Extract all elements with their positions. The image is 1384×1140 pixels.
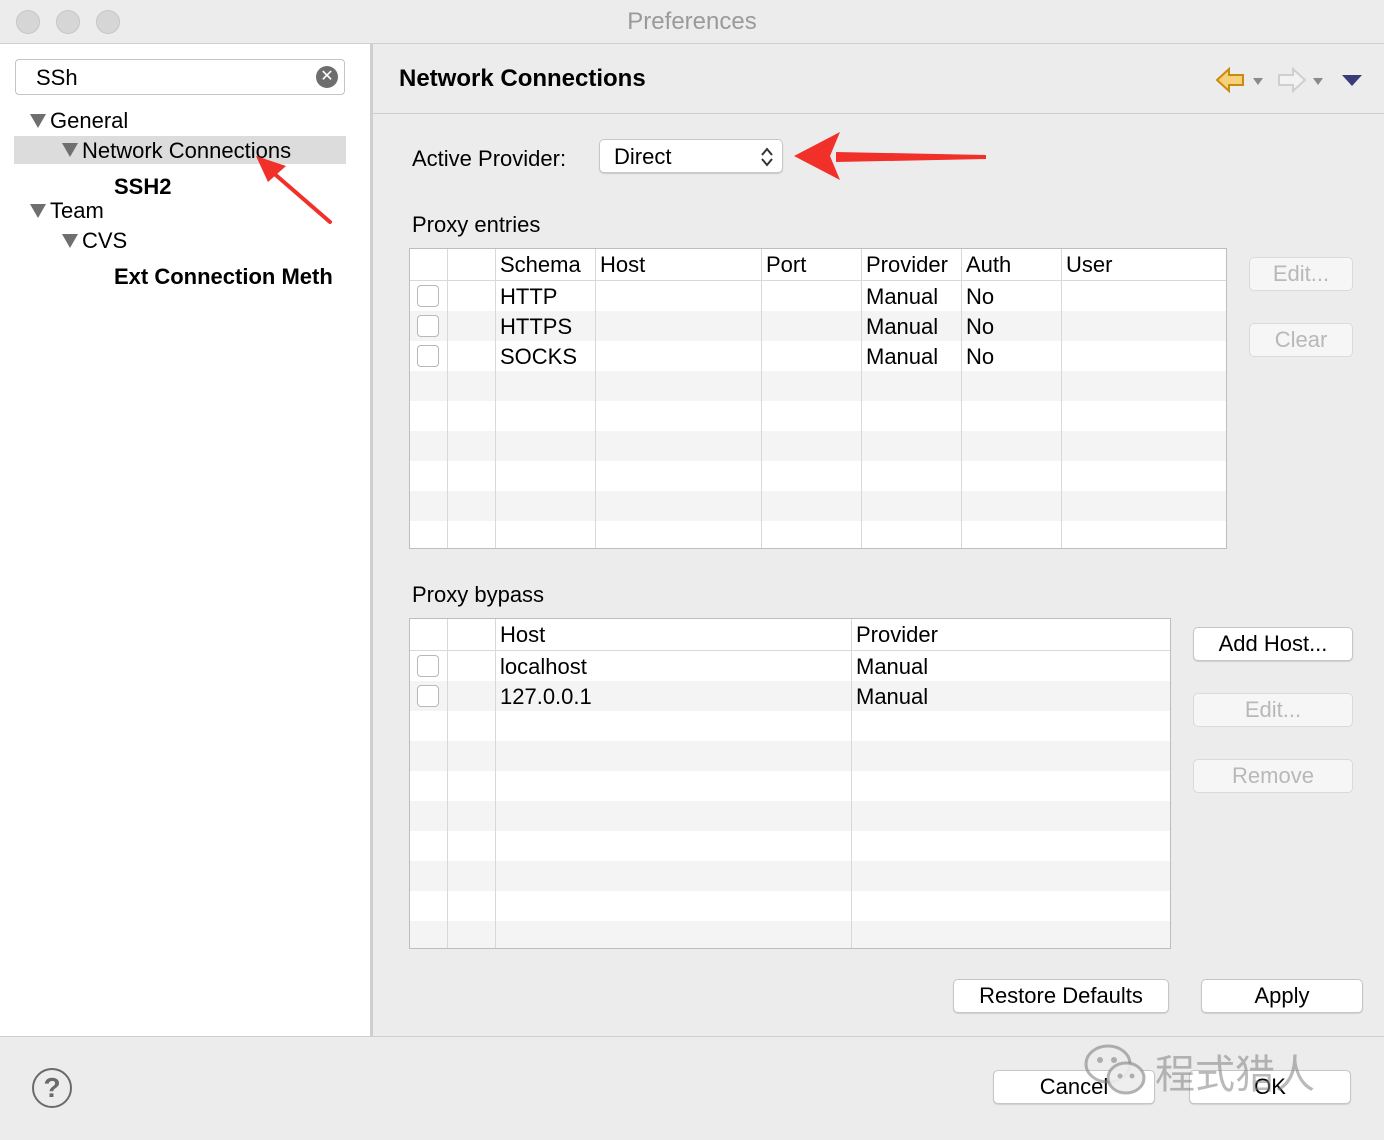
column-header-user[interactable]: User [1066, 252, 1112, 278]
empty-row [410, 371, 1226, 401]
expand-network-connections-icon[interactable] [62, 143, 78, 157]
cell-provider: Manual [856, 684, 929, 709]
proxy-entries-table[interactable]: Schema Host Port Provider Auth User HTTP… [409, 248, 1227, 549]
cell-auth: No [966, 314, 995, 339]
annotation-arrow-icon [794, 132, 986, 180]
tree-item-team[interactable]: Team [50, 198, 104, 224]
cell-auth: No [966, 284, 995, 309]
cell-host: localhost [500, 654, 587, 679]
row-checkbox[interactable] [417, 655, 439, 677]
back-history-dropdown-icon[interactable] [1252, 76, 1264, 86]
page-title: Network Connections [399, 65, 646, 92]
tree-item-cvs[interactable]: CVS [82, 228, 127, 254]
cell-provider: Manual [856, 654, 929, 679]
active-provider-label: Active Provider: [412, 146, 567, 171]
add-host-button[interactable]: Add Host... [1193, 627, 1353, 661]
restore-defaults-button[interactable]: Restore Defaults [953, 979, 1169, 1013]
column-divider [595, 249, 596, 548]
column-divider [961, 249, 962, 548]
forward-arrow-icon[interactable] [1276, 66, 1308, 94]
empty-row [410, 861, 1170, 891]
cell-provider: Manual [866, 314, 939, 339]
search-value: SSh [36, 65, 78, 90]
view-menu-icon[interactable] [1340, 72, 1364, 88]
bypass-edit-button[interactable]: Edit... [1193, 693, 1353, 727]
tree-item-ext-connection-method[interactable]: Ext Connection Meth [114, 264, 333, 290]
active-provider-value: Direct [614, 144, 672, 169]
expand-team-icon[interactable] [30, 204, 46, 218]
column-divider [861, 249, 862, 548]
cell-auth: No [966, 344, 995, 369]
annotation-arrow-icon [256, 156, 332, 224]
empty-row [410, 431, 1226, 461]
cell-provider: Manual [866, 284, 939, 309]
proxy-entries-label: Proxy entries [412, 212, 541, 237]
column-header-provider[interactable]: Provider [856, 622, 938, 648]
expand-cvs-icon[interactable] [62, 234, 78, 248]
header-separator [410, 650, 1170, 651]
watermark-text: 程式猎人 [1155, 1053, 1315, 1097]
cell-schema: SOCKS [500, 344, 578, 369]
column-divider [761, 249, 762, 548]
column-divider [447, 249, 448, 548]
row-checkbox[interactable] [417, 685, 439, 707]
row-checkbox[interactable] [417, 285, 439, 307]
proxy-bypass-table[interactable]: Host Provider localhost Manual 127.0.0.1… [409, 618, 1171, 949]
back-arrow-icon[interactable] [1214, 66, 1246, 94]
proxy-clear-button[interactable]: Clear [1249, 323, 1353, 357]
column-divider [447, 619, 448, 948]
column-divider [1061, 249, 1062, 548]
column-header-host[interactable]: Host [600, 252, 645, 278]
column-divider [851, 619, 852, 948]
column-header-auth[interactable]: Auth [966, 252, 1011, 278]
expand-general-icon[interactable] [30, 114, 46, 128]
cell-schema: HTTPS [500, 314, 573, 339]
apply-button[interactable]: Apply [1201, 979, 1363, 1013]
proxy-edit-button[interactable]: Edit... [1249, 257, 1353, 291]
column-divider [495, 619, 496, 948]
wechat-logo-icon [1084, 1044, 1146, 1095]
row-checkbox[interactable] [417, 315, 439, 337]
bypass-remove-button[interactable]: Remove [1193, 759, 1353, 793]
forward-history-dropdown-icon[interactable] [1312, 76, 1324, 86]
column-header-host[interactable]: Host [500, 622, 545, 648]
empty-row [410, 741, 1170, 771]
row-checkbox[interactable] [417, 345, 439, 367]
cell-provider: Manual [866, 344, 939, 369]
select-stepper-icon [761, 147, 773, 167]
help-icon[interactable]: ? [32, 1068, 72, 1108]
tree-item-ssh2[interactable]: SSH2 [114, 174, 171, 200]
column-header-schema[interactable]: Schema [500, 252, 581, 278]
empty-row [410, 491, 1226, 521]
pane-splitter[interactable] [370, 44, 373, 1036]
cell-host: 127.0.0.1 [500, 684, 592, 709]
empty-row [410, 801, 1170, 831]
column-header-port[interactable]: Port [766, 252, 806, 278]
window-title: Preferences [627, 8, 757, 35]
column-divider [495, 249, 496, 548]
proxy-bypass-label: Proxy bypass [412, 582, 545, 607]
active-provider-select[interactable]: Direct [599, 139, 783, 173]
cell-schema: HTTP [500, 284, 558, 309]
filter-search-input[interactable]: SSh ✕ [15, 59, 345, 95]
empty-row [410, 921, 1170, 948]
column-header-provider[interactable]: Provider [866, 252, 948, 278]
tree-item-general[interactable]: General [50, 108, 128, 134]
clear-search-icon[interactable]: ✕ [316, 66, 338, 88]
header-separator [410, 280, 1226, 281]
